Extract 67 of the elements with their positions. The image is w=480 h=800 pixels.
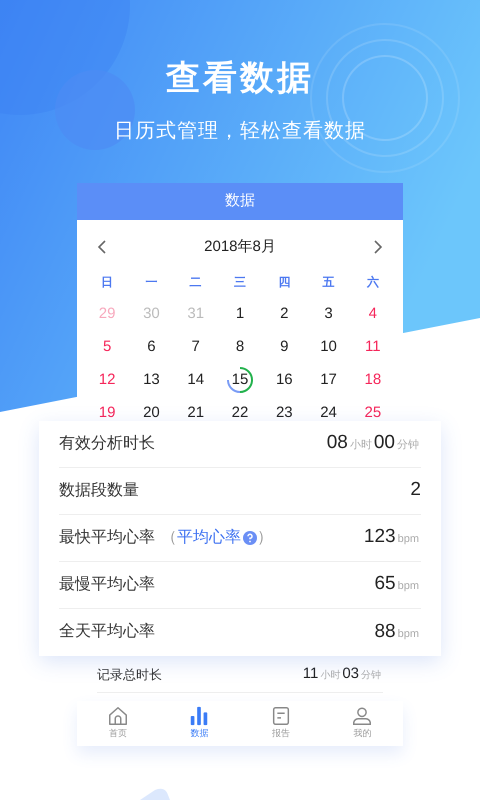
calendar-day[interactable]: 19: [94, 402, 120, 420]
calendar-day[interactable]: 21: [182, 402, 209, 420]
calendar-day[interactable]: 6: [138, 336, 164, 356]
weekday-label: 五: [322, 274, 336, 290]
calendar-day[interactable]: 20: [138, 402, 164, 420]
weekday-label: 三: [232, 274, 247, 290]
subtitle: 日历式管理，轻松查看数据: [114, 119, 366, 144]
link-text[interactable]: 平均心率: [177, 526, 241, 550]
calendar-day[interactable]: 14: [182, 370, 209, 390]
calendar-day[interactable]: 17: [316, 370, 342, 390]
value-number: 08: [326, 431, 348, 456]
previous-icon[interactable]: [97, 240, 107, 254]
value-number: 00: [374, 431, 395, 456]
calendar-day[interactable]: 10: [316, 336, 342, 356]
calendar-day[interactable]: 12: [94, 370, 120, 390]
calendar-day[interactable]: 8: [226, 336, 253, 356]
calendar-day[interactable]: 9: [271, 336, 298, 356]
calendar-day[interactable]: 18: [360, 370, 386, 390]
stat-label: 有效分析时长: [59, 434, 155, 454]
screen-header: 数据: [77, 183, 403, 220]
stat-label: 最慢平均心率: [59, 574, 155, 594]
value-unit: 小时: [320, 668, 340, 684]
value-number: 11: [302, 664, 318, 684]
calendar-day[interactable]: 5: [94, 336, 120, 356]
calendar-day[interactable]: 4: [360, 304, 386, 324]
weekday-label: 六: [366, 274, 380, 290]
calendar-day[interactable]: 23: [271, 402, 298, 420]
value-unit: 小时: [350, 438, 372, 454]
value-unit: 分钟: [397, 438, 419, 454]
calendar-day[interactable]: 11: [360, 336, 386, 356]
value-number: 65: [374, 572, 396, 596]
value-unit: bpm: [398, 626, 419, 642]
weekday-label: 日: [100, 274, 114, 290]
value-number: 2: [410, 478, 421, 502]
headline: 查看数据: [166, 58, 314, 99]
month-title: 2018年8月: [204, 237, 276, 257]
calendar-day[interactable]: 13: [138, 370, 164, 390]
stat-label: 全天平均心率: [59, 622, 155, 642]
bracket: ）: [257, 528, 273, 548]
calendar-day[interactable]: 1: [226, 304, 253, 324]
help-icon[interactable]: [243, 530, 257, 544]
bracket: （: [161, 528, 177, 548]
weekday-label: 二: [188, 274, 203, 290]
value-unit: 分钟: [361, 668, 381, 684]
stat-label: 最快平均心率: [59, 528, 155, 548]
record-label: 记录总时长: [97, 666, 162, 684]
value-number: 123: [364, 525, 396, 550]
weekday-label: 四: [277, 274, 292, 290]
home-icon: [106, 705, 129, 728]
value-number: 88: [374, 620, 396, 644]
tab[interactable]: 数据: [158, 705, 240, 741]
stat-label: 数据段数量: [59, 480, 139, 500]
calendar-day[interactable]: 24: [316, 402, 342, 420]
value-number: 03: [342, 664, 359, 684]
value-unit: bpm: [398, 532, 419, 548]
calendar-day[interactable]: 3: [316, 304, 342, 324]
calendar-day[interactable]: 2: [271, 304, 298, 324]
bar-chart-icon: [188, 705, 210, 728]
calendar-day[interactable]: 22: [226, 402, 253, 420]
calendar-day[interactable]: 25: [360, 402, 386, 420]
user-icon: [351, 705, 374, 728]
next-icon[interactable]: [373, 240, 383, 254]
weekday-label: 一: [144, 274, 158, 290]
calendar-day[interactable]: 7: [182, 336, 209, 356]
calendar-day[interactable]: 16: [271, 370, 298, 390]
value-unit: bpm: [398, 579, 419, 594]
corner-shape: [140, 788, 170, 800]
